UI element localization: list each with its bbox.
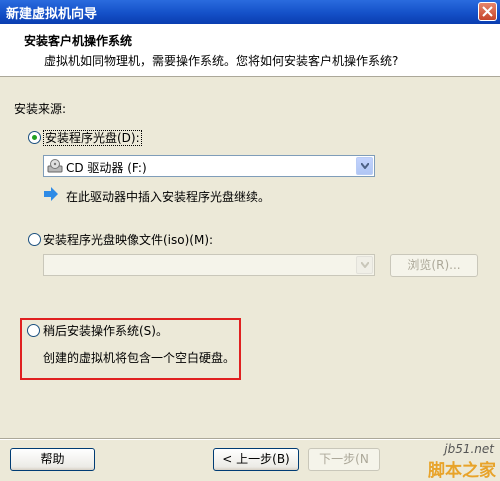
help-button[interactable]: 帮助	[10, 448, 95, 471]
cd-drive-icon	[47, 159, 63, 173]
wizard-header: 安装客户机操作系统 虚拟机如同物理机，需要操作系统。您将如何安装客户机操作系统?	[0, 24, 500, 77]
drive-select-arrow[interactable]	[356, 157, 373, 175]
iso-path-combo[interactable]	[43, 254, 375, 276]
header-title: 安装客户机操作系统	[24, 34, 133, 48]
install-later-label[interactable]: 稍后安装操作系统(S)。	[43, 322, 168, 339]
drive-select[interactable]: CD 驱动器 (F:)	[43, 155, 375, 177]
disc-option-text: 安装程序光盘(D):	[43, 130, 142, 146]
disc-radio[interactable]	[28, 131, 41, 144]
disc-option-label[interactable]: 安装程序光盘(D):	[43, 129, 142, 146]
chevron-down-icon	[361, 163, 369, 169]
iso-select-arrow[interactable]	[356, 256, 373, 274]
install-later-description: 创建的虚拟机将包含一个空白硬盘。	[43, 351, 236, 365]
close-icon	[482, 6, 493, 17]
header-subtitle: 虚拟机如同物理机，需要操作系统。您将如何安装客户机操作系统?	[44, 54, 399, 68]
watermark-site: jb51.net	[444, 442, 494, 456]
arrow-right-icon	[44, 187, 58, 201]
window-title: 新建虚拟机向导	[6, 7, 98, 22]
drive-select-value: CD 驱动器 (F:)	[66, 161, 147, 175]
browse-button[interactable]: 浏览(R)...	[390, 254, 478, 277]
next-button[interactable]: 下一步(N	[308, 448, 380, 471]
iso-option-label[interactable]: 安装程序光盘映像文件(iso)(M):	[43, 231, 213, 248]
install-source-label: 安装来源:	[14, 102, 67, 116]
close-button[interactable]	[478, 2, 497, 21]
disc-hint-text: 在此驱动器中插入安装程序光盘继续。	[66, 190, 271, 204]
back-button[interactable]: < 上一步(B)	[213, 448, 299, 471]
iso-radio[interactable]	[28, 233, 41, 246]
title-bar: 新建虚拟机向导	[0, 0, 500, 24]
radio-selected-dot	[32, 135, 37, 140]
watermark-name: 脚本之家	[428, 461, 496, 481]
footer-separator	[0, 438, 500, 440]
install-later-radio[interactable]	[27, 324, 40, 337]
chevron-down-icon	[361, 262, 369, 268]
